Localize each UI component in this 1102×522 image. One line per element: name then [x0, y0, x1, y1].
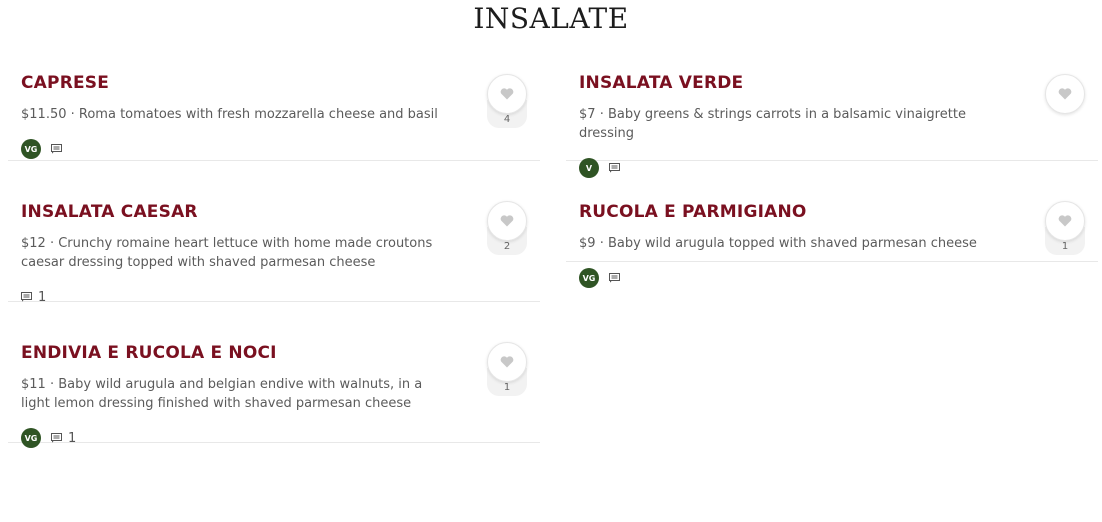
like-button[interactable] — [487, 74, 527, 114]
dish-price: $7 — [579, 107, 596, 122]
dish-description-text: Baby wild arugula topped with shaved par… — [607, 236, 977, 251]
like-widget — [1045, 74, 1085, 114]
dish-description-text: Crunchy romaine heart lettuce with home … — [21, 236, 433, 270]
vegetarian-badge: VG — [21, 428, 41, 448]
like-button[interactable] — [487, 342, 527, 382]
dish-name[interactable]: RUCOLA E PARMIGIANO — [579, 201, 1008, 223]
comment-icon — [21, 292, 32, 302]
dish-price: $9 — [579, 236, 596, 251]
dish-name[interactable]: CAPRESE — [21, 72, 450, 94]
vegetarian-badge: VG — [21, 139, 41, 159]
dish-description: $11.50 · Roma tomatoes with fresh mozzar… — [21, 107, 438, 122]
menu-column-left: CAPRESE $11.50 · Roma tomatoes with fres… — [8, 62, 540, 448]
like-widget: 2 — [487, 201, 527, 255]
heart-icon — [500, 88, 514, 100]
dish-name[interactable]: ENDIVIA E RUCOLA E NOCI — [21, 342, 450, 364]
dish-meta: VG — [21, 138, 450, 160]
comments-button[interactable]: 1 — [51, 431, 76, 446]
like-widget: 1 — [487, 342, 527, 396]
menu-item-endivia-e-rucola-e-noci[interactable]: ENDIVIA E RUCOLA E NOCI $11 · Baby wild … — [8, 302, 540, 448]
heart-icon — [500, 356, 514, 368]
dish-description: $12 · Crunchy romaine heart lettuce with… — [21, 236, 433, 270]
dish-meta: VG — [579, 267, 1008, 289]
comment-icon — [51, 144, 62, 154]
heart-icon — [1058, 88, 1072, 100]
dish-description-text: Baby wild arugula and belgian endive wit… — [21, 377, 423, 411]
comment-icon — [609, 273, 620, 283]
like-widget: 4 — [487, 74, 527, 128]
dish-description: $11 · Baby wild arugula and belgian endi… — [21, 377, 423, 411]
vegetarian-badge: VG — [579, 268, 599, 288]
page-title: INSALATE — [473, 2, 629, 35]
heart-icon — [1058, 215, 1072, 227]
comment-count: 1 — [68, 430, 77, 446]
dish-name[interactable]: INSALATA CAESAR — [21, 201, 450, 223]
comments-button[interactable] — [51, 144, 62, 154]
like-button[interactable] — [1045, 74, 1085, 114]
dish-description-text: Roma tomatoes with fresh mozzarella chee… — [78, 107, 438, 122]
like-button[interactable] — [1045, 201, 1085, 241]
menu-item-insalata-verde[interactable]: INSALATA VERDE $7 · Baby greens & string… — [566, 62, 1098, 178]
heart-icon — [500, 215, 514, 227]
like-widget: 1 — [1045, 201, 1085, 255]
menu-column-right: INSALATA VERDE $7 · Baby greens & string… — [566, 62, 1098, 288]
dish-price: $11.50 — [21, 107, 67, 122]
dish-description-text: Baby greens & strings carrots in a balsa… — [579, 107, 966, 141]
comment-icon — [51, 433, 62, 443]
dish-description: $9 · Baby wild arugula topped with shave… — [579, 236, 977, 251]
comments-button[interactable] — [609, 273, 620, 283]
dish-price: $11 — [21, 377, 46, 392]
like-button[interactable] — [487, 201, 527, 241]
dish-price: $12 — [21, 236, 46, 251]
menu-item-insalata-caesar[interactable]: INSALATA CAESAR $12 · Crunchy romaine he… — [8, 161, 540, 305]
dish-name[interactable]: INSALATA VERDE — [579, 72, 1008, 94]
dish-description: $7 · Baby greens & strings carrots in a … — [579, 107, 966, 141]
menu-item-rucola-e-parmigiano[interactable]: RUCOLA E PARMIGIANO $9 · Baby wild arugu… — [566, 161, 1098, 288]
menu-item-caprese[interactable]: CAPRESE $11.50 · Roma tomatoes with fres… — [8, 62, 540, 161]
dish-meta: VG 1 — [21, 427, 450, 449]
